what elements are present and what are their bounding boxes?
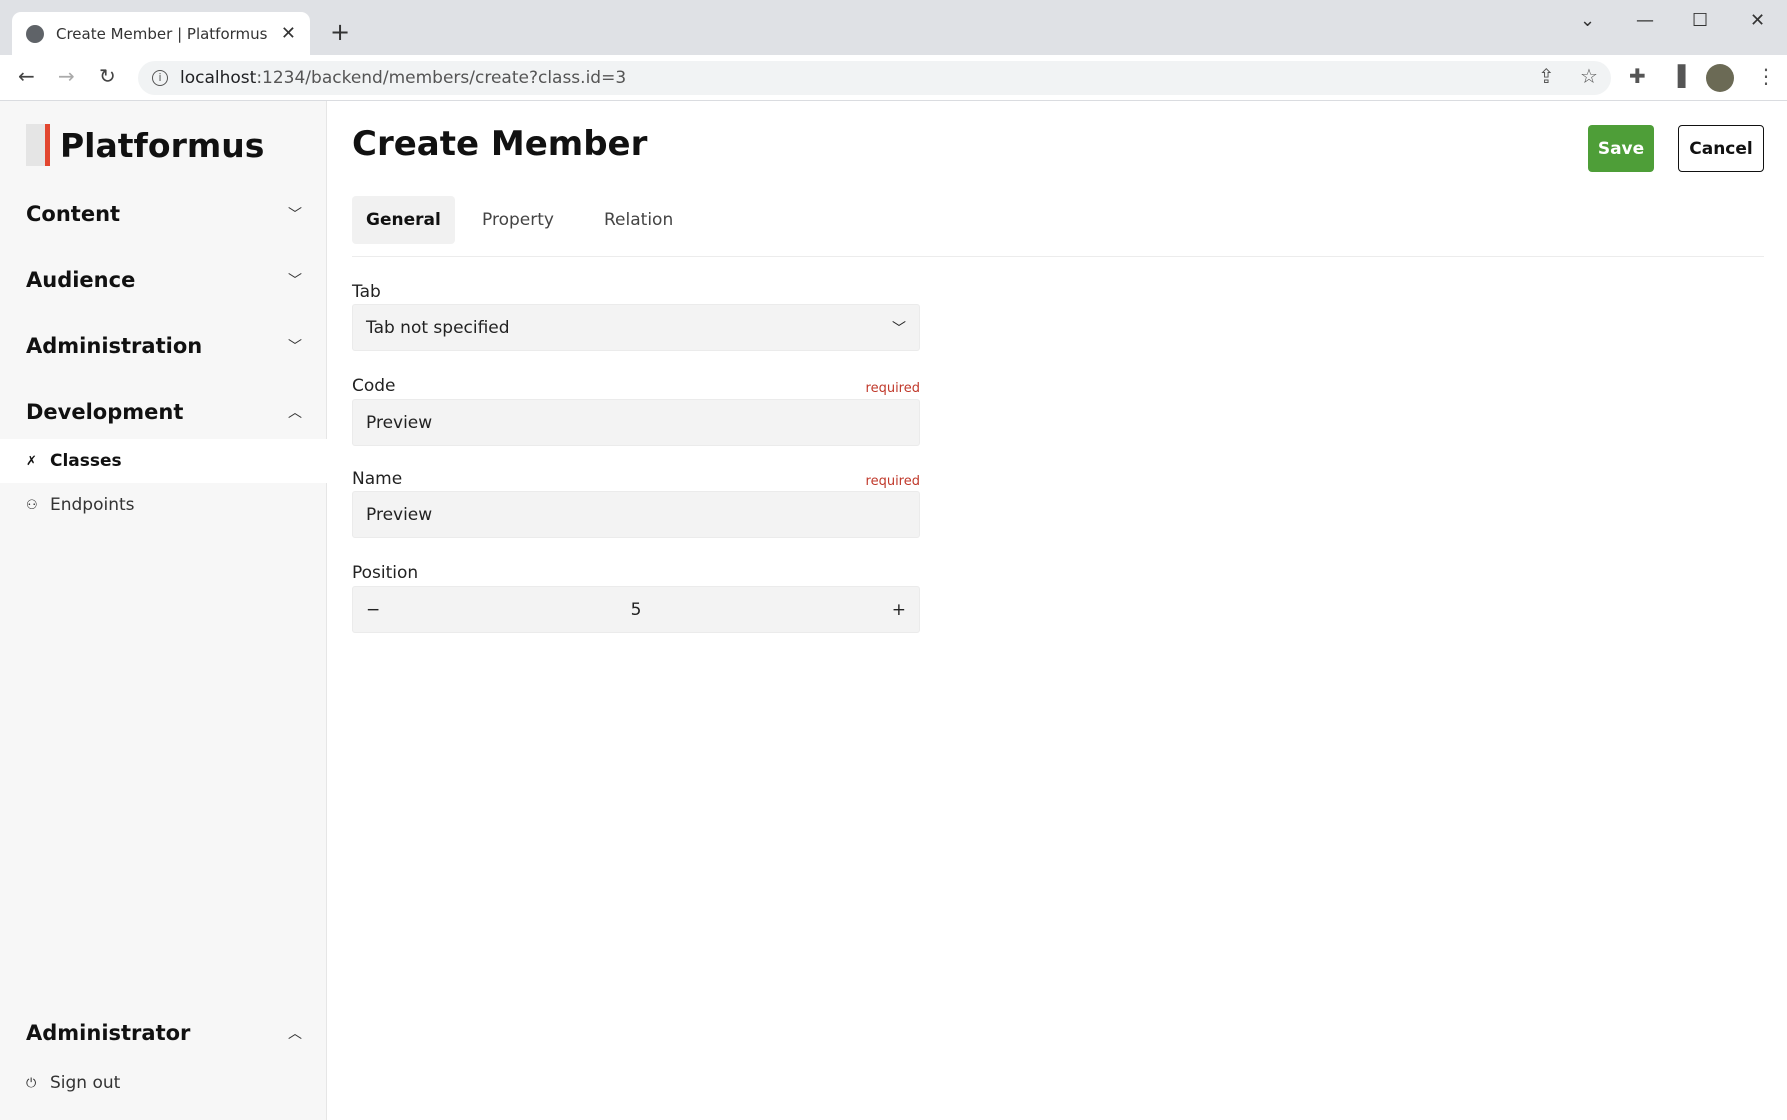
input-value: Preview [366, 412, 433, 433]
logo-icon [26, 124, 50, 166]
logo-text: Platformus [60, 125, 265, 165]
share-icon[interactable]: ⇪ [1538, 64, 1555, 88]
side-panel-icon[interactable]: ▐ [1670, 64, 1685, 88]
section-label: Development [26, 400, 184, 424]
item-label: Sign out [50, 1073, 121, 1093]
new-tab-button[interactable]: + [330, 18, 350, 46]
sitemap-icon: ⚇ [26, 497, 38, 513]
chevron-down-icon: ﹀ [288, 207, 302, 223]
section-label: Administrator [26, 1021, 191, 1045]
tab-label: Tab [352, 282, 381, 302]
position-label: Position [352, 563, 419, 583]
select-value: Tab not specified [366, 317, 510, 338]
tabs-divider [352, 256, 1764, 257]
sign-out-link[interactable]: ⏻ Sign out [0, 1061, 327, 1105]
close-tab-icon[interactable]: ✕ [281, 23, 296, 44]
info-icon[interactable]: i [152, 70, 168, 86]
minus-icon[interactable]: − [366, 600, 380, 620]
url-path: :1234/backend/members/create?class.id=3 [256, 68, 627, 88]
input-value: Preview [366, 504, 433, 525]
chevron-up-icon: ︿ [288, 1026, 302, 1042]
tab-search-icon[interactable]: ⌄ [1580, 10, 1595, 31]
forward-icon[interactable]: → [58, 64, 75, 88]
position-value[interactable]: 5 [631, 600, 642, 620]
reload-icon[interactable]: ↻ [99, 64, 116, 88]
plus-icon[interactable]: + [892, 600, 906, 620]
sidebar-item-endpoints[interactable]: ⚇ Endpoints [0, 483, 327, 527]
save-button[interactable]: Save [1588, 125, 1654, 172]
sign-out-icon: ⏻ [26, 1075, 37, 1091]
name-input[interactable]: Preview [352, 491, 920, 538]
chevron-down-icon: ﹀ [288, 273, 302, 289]
chevron-down-icon: ﹀ [892, 320, 906, 337]
required-indicator: required [865, 381, 920, 396]
section-label: Audience [26, 268, 136, 292]
name-label: Name [352, 469, 403, 489]
minimize-button[interactable]: — [1636, 10, 1654, 31]
profile-avatar[interactable] [1706, 64, 1734, 92]
chevron-up-icon: ︿ [288, 405, 302, 421]
item-label: Endpoints [50, 495, 135, 515]
page-title: Create Member [352, 124, 648, 164]
position-stepper[interactable]: − 5 + [352, 586, 920, 633]
sidebar-section-administration[interactable]: Administration ﹀ [26, 334, 302, 358]
bookmark-star-icon[interactable]: ☆ [1580, 64, 1598, 88]
extensions-icon[interactable]: ✚ [1629, 64, 1646, 88]
chevron-down-icon: ﹀ [288, 339, 302, 355]
section-label: Content [26, 202, 121, 226]
logo[interactable]: Platformus [26, 124, 264, 166]
maximize-button[interactable]: ☐ [1692, 10, 1708, 31]
sidebar-section-development[interactable]: Development ︿ [26, 400, 302, 424]
code-label: Code [352, 376, 396, 396]
sidebar-section-content[interactable]: Content ﹀ [26, 202, 302, 226]
sidebar [0, 101, 327, 1120]
classes-icon: ✗ [26, 453, 37, 469]
sidebar-item-classes[interactable]: ✗ Classes [0, 439, 327, 483]
close-window-button[interactable]: ✕ [1750, 10, 1765, 31]
menu-icon[interactable]: ⋮ [1756, 64, 1776, 88]
code-input[interactable]: Preview [352, 399, 920, 446]
browser-tab[interactable]: Create Member | Platformus ✕ [12, 12, 310, 55]
sidebar-section-audience[interactable]: Audience ﹀ [26, 268, 302, 292]
required-indicator: required [865, 474, 920, 489]
tab-select[interactable]: Tab not specified ﹀ [352, 304, 920, 351]
address-bar[interactable]: i localhost:1234/backend/members/create?… [138, 61, 1611, 95]
section-label: Administration [26, 334, 203, 358]
item-label: Classes [50, 451, 122, 471]
sidebar-section-administrator[interactable]: Administrator ︿ [26, 1021, 302, 1045]
tab-general[interactable]: General [352, 196, 455, 244]
globe-icon [26, 24, 44, 43]
tab-relation[interactable]: Relation [590, 196, 687, 244]
tab-title: Create Member | Platformus [56, 24, 268, 43]
cancel-button[interactable]: Cancel [1678, 125, 1764, 172]
tab-property[interactable]: Property [468, 196, 568, 244]
back-icon[interactable]: ← [18, 64, 35, 88]
url-host: localhost [180, 68, 257, 88]
